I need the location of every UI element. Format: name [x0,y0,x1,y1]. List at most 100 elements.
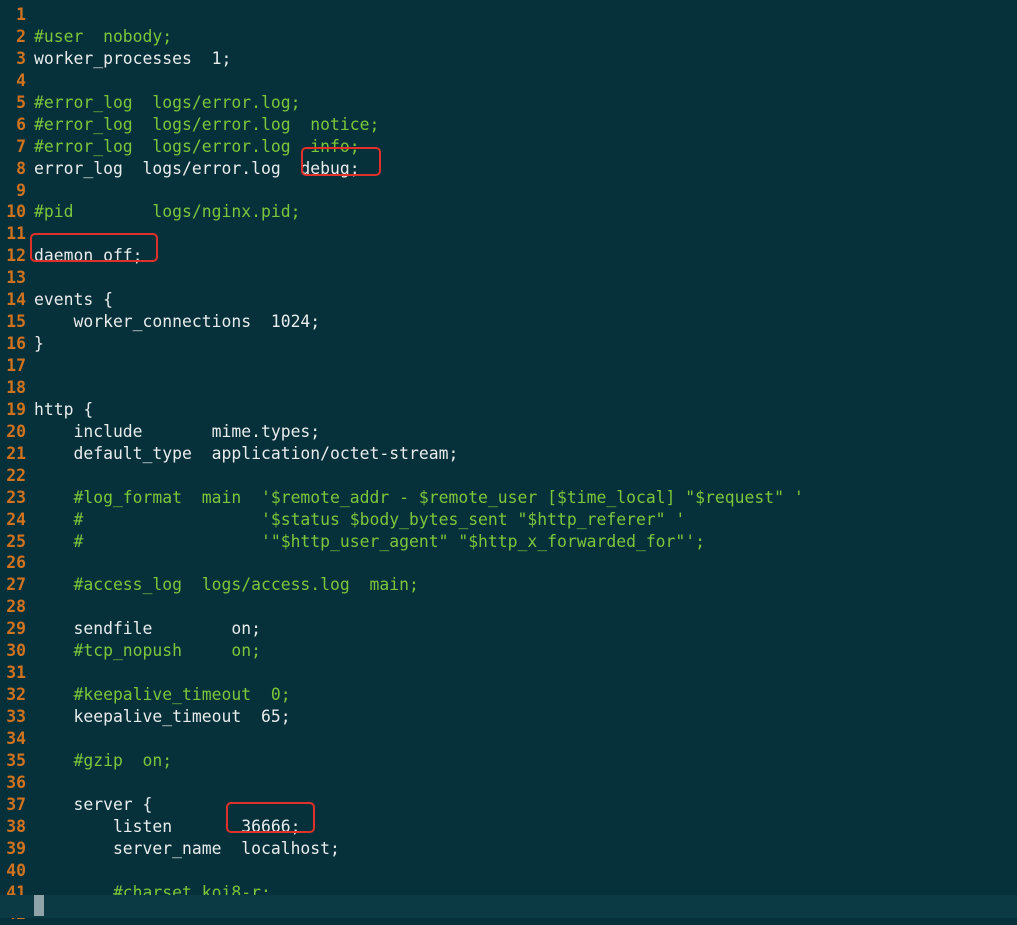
code-text: sendfile on; [34,619,261,639]
code-line[interactable]: 3 worker_processes 1; [0,48,1017,70]
line-number: 2 [16,26,26,46]
line-number: 32 [6,685,26,705]
line-number: 16 [6,334,26,354]
code-line[interactable]: 23 #log_format main '$remote_addr - $rem… [0,487,1017,509]
comment-text: #access_log logs/access.log main; [34,575,419,595]
code-line[interactable]: 30 #tcp_nopush on; [0,640,1017,662]
line-number: 38 [6,816,26,836]
code-text: events { [34,290,113,310]
code-line[interactable]: 24 # '$status $body_bytes_sent "$http_re… [0,509,1017,531]
line-number: 24 [6,509,26,529]
code-line[interactable]: 9 [0,180,1017,202]
line-number: 22 [6,465,26,485]
comment-text: #pid logs/nginx.pid; [34,202,301,222]
line-number: 3 [16,48,26,68]
line-number: 13 [6,268,26,288]
code-line[interactable]: 34 [0,728,1017,750]
line-number: 9 [16,180,26,200]
code-line[interactable]: 35 #gzip on; [0,750,1017,772]
line-number: 14 [6,290,26,310]
comment-text: # '"$http_user_agent" "$http_x_forwarded… [34,531,706,551]
line-number: 26 [6,553,26,573]
code-line[interactable]: 15 worker_connections 1024; [0,311,1017,333]
code-line[interactable]: 8 error_log logs/error.log debug; [0,158,1017,180]
code-line[interactable]: 26 [0,552,1017,574]
line-number: 25 [6,531,26,551]
code-text: worker_connections 1024; [34,312,321,332]
comment-text: #log_format main '$remote_addr - $remote… [34,487,804,507]
code-line[interactable]: 38 listen 36666; [0,816,1017,838]
code-line[interactable]: 16} [0,333,1017,355]
code-text: default_type application/octet-stream; [34,443,459,463]
code-line[interactable]: 4 [0,70,1017,92]
comment-text: #error_log logs/error.log notice; [34,114,380,134]
code-line[interactable]: 21 default_type application/octet-stream… [0,443,1017,465]
code-text: server_name localhost; [34,838,340,858]
comment-text: #error_log logs/error.log; [34,92,301,112]
comment-text: #user nobody; [34,26,173,46]
code-line[interactable]: 19 http { [0,399,1017,421]
code-text: http { [34,399,94,419]
code-line[interactable]: 10 #pid logs/nginx.pid; [0,201,1017,223]
line-number: 37 [6,794,26,814]
code-line[interactable]: 7 #error_log logs/error.log info; [0,136,1017,158]
text-cursor [34,895,44,916]
code-line[interactable]: 6 #error_log logs/error.log notice; [0,114,1017,136]
line-number: 19 [6,399,26,419]
line-number: 34 [6,728,26,748]
line-number: 7 [16,136,26,156]
comment-text: #tcp_nopush on; [34,641,261,661]
code-line[interactable]: 17 [0,355,1017,377]
line-number: 15 [6,312,26,332]
line-number: 1 [16,5,26,24]
code-line[interactable]: 39 server_name localhost; [0,838,1017,860]
code-line[interactable]: 31 [0,662,1017,684]
code-line[interactable]: 25 # '"$http_user_agent" "$http_x_forwar… [0,531,1017,553]
code-line[interactable]: 14 events { [0,289,1017,311]
line-number: 11 [6,224,26,244]
line-number: 31 [6,663,26,683]
line-number: 5 [16,92,26,112]
highlight-daemon-off [30,233,158,262]
code-line[interactable]: 33 keepalive_timeout 65; [0,706,1017,728]
code-line[interactable]: 36 [0,772,1017,794]
line-number: 27 [6,575,26,595]
code-line[interactable]: 37 server { [0,794,1017,816]
code-line[interactable]: 5 #error_log logs/error.log; [0,92,1017,114]
status-bar [0,895,1017,918]
line-number: 40 [6,860,26,880]
comment-text: #gzip on; [34,750,173,770]
highlight-listen-port [226,802,315,833]
line-number: 18 [6,377,26,397]
code-line[interactable]: 32 #keepalive_timeout 0; [0,684,1017,706]
code-line[interactable]: 20 include mime.types; [0,421,1017,443]
line-number: 36 [6,772,26,792]
code-line[interactable]: 29 sendfile on; [0,618,1017,640]
line-number: 12 [6,246,26,266]
highlight-debug [301,147,381,176]
code-line[interactable]: 18 [0,377,1017,399]
code-line[interactable]: 27 #access_log logs/access.log main; [0,574,1017,596]
line-number: 4 [16,70,26,90]
code-text: } [34,334,44,354]
line-number: 30 [6,641,26,661]
code-line[interactable]: 28 [0,596,1017,618]
code-line[interactable]: 13 [0,267,1017,289]
code-line[interactable]: 2 #user nobody; [0,26,1017,48]
line-number: 39 [6,838,26,858]
line-number: 10 [6,202,26,222]
line-number: 33 [6,707,26,726]
line-number: 23 [6,487,26,507]
code-text: keepalive_timeout 65; [34,707,291,726]
line-number: 20 [6,421,26,441]
code-line[interactable]: 22 [0,465,1017,487]
code-line[interactable]: 40 [0,860,1017,882]
code-line[interactable]: 1 [0,4,1017,26]
line-number: 8 [16,158,26,178]
code-text: worker_processes 1; [34,48,232,68]
line-number: 6 [16,114,26,134]
code-editor[interactable]: 1 2 #user nobody; 3 worker_processes 1; 4 5 #er… [0,4,1017,925]
line-number: 35 [6,750,26,770]
comment-text: #keepalive_timeout 0; [34,685,291,705]
comment-text: # '$status $body_bytes_sent "$http_refer… [34,509,686,529]
